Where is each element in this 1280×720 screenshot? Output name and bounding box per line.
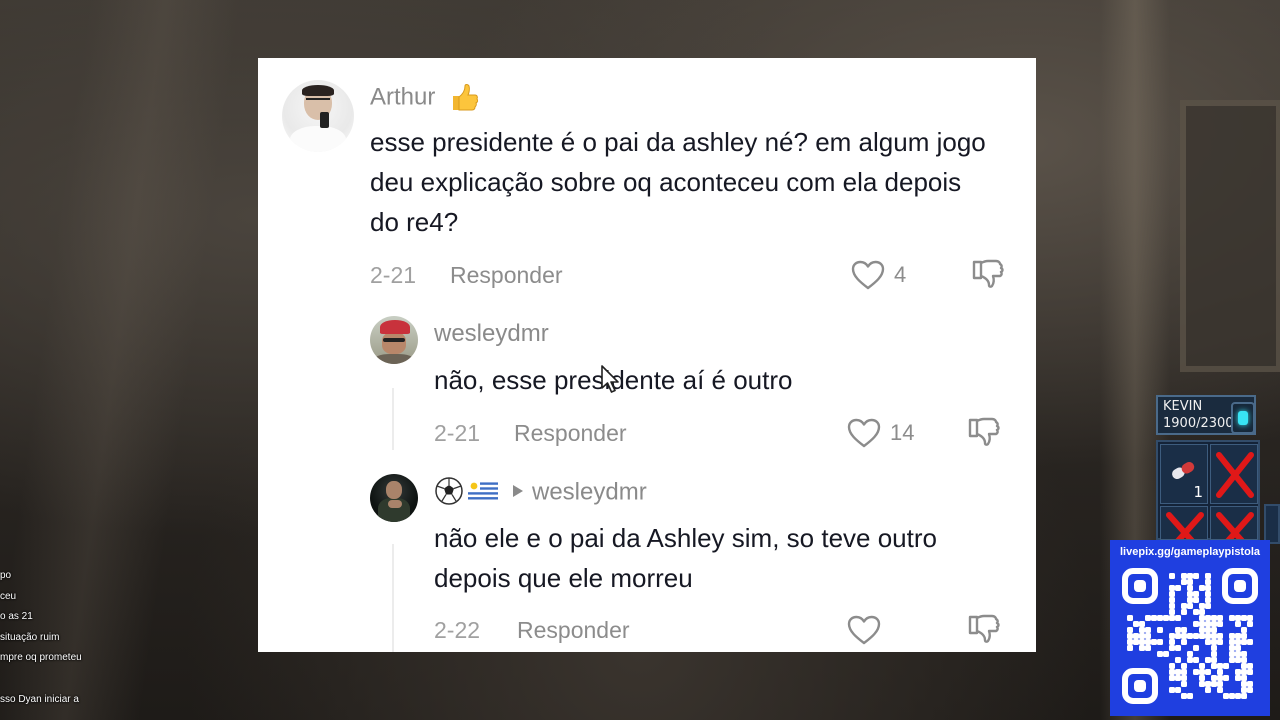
reply-text: não ele e o pai da Ashley sim, so teve o… [434, 523, 937, 593]
player-health: 1900/2300 [1163, 416, 1234, 431]
dislike-icon[interactable] [970, 257, 1006, 293]
comment-card: Arthur esse presidente é o pai da ashley… [258, 58, 1036, 652]
player-name: KEVIN [1163, 399, 1203, 414]
inventory-grid: 1 [1156, 440, 1260, 540]
soccer-ball-icon [435, 477, 463, 505]
reply-date: 2-22 [434, 617, 481, 643]
heart-icon[interactable] [846, 614, 882, 646]
inventory-slot[interactable] [1210, 444, 1258, 504]
uruguay-flag-icon [468, 480, 498, 502]
inventory-slot[interactable] [1210, 506, 1258, 540]
chat-line: ceu [0, 590, 17, 602]
reply-username[interactable]: wesleydmr [434, 320, 549, 348]
like-count: 14 [890, 420, 915, 445]
chat-line: o as 21 [0, 611, 33, 622]
thread-line [392, 544, 394, 652]
avatar[interactable] [282, 80, 354, 152]
inventory-slot[interactable] [1160, 506, 1208, 540]
donation-link[interactable]: livepix.gg/gameplaypistola [1110, 545, 1270, 559]
comment-username[interactable]: Arthur [370, 82, 480, 114]
pill-icon [1172, 462, 1195, 479]
stream-chat: po ceu o as 21 situação ruim mpre oq pro… [0, 566, 120, 710]
thread-line [392, 388, 394, 450]
reply-text: não, esse presidente aí é outro [434, 365, 793, 395]
red-x-icon [1216, 452, 1254, 498]
reply-button[interactable]: Responder [514, 419, 627, 447]
item-count: 1 [1193, 483, 1203, 501]
avatar[interactable] [370, 474, 418, 522]
chat-line: po [0, 570, 12, 581]
reply-arrow-icon [513, 485, 523, 497]
inventory-slot-partial [1264, 504, 1280, 544]
reply-button[interactable]: Responder [517, 616, 630, 644]
heart-icon[interactable] [846, 417, 882, 449]
chat-line: sso Dyan iniciar a [0, 693, 79, 705]
reply-username[interactable]: wesleydmr [434, 477, 647, 508]
qr-code[interactable] [1120, 566, 1260, 706]
red-x-icon [1216, 512, 1254, 539]
red-x-icon [1166, 512, 1204, 539]
chat-line: situação ruim [0, 631, 60, 643]
heart-icon[interactable] [850, 259, 886, 291]
comment-text: esse presidente é o pai da ashley né? em… [370, 127, 986, 237]
username-text[interactable]: Arthur [370, 83, 435, 110]
dislike-icon[interactable] [966, 612, 1002, 648]
mouse-cursor-icon [601, 365, 619, 393]
chat-line: mpre oq prometeu [0, 652, 82, 663]
inventory-slot[interactable]: 1 [1160, 444, 1208, 504]
reply-date: 2-21 [434, 420, 481, 446]
reply-to-username[interactable]: wesleydmr [532, 478, 647, 505]
dislike-icon[interactable] [966, 415, 1002, 451]
like-count: 4 [894, 262, 907, 287]
donation-qr-panel[interactable]: livepix.gg/gameplaypistola [1110, 540, 1270, 716]
background-window [1180, 100, 1280, 372]
gem-icon [1231, 402, 1255, 434]
reply-button[interactable]: Responder [450, 261, 563, 289]
thumbs-up-emoji-icon [453, 84, 479, 111]
avatar[interactable] [370, 316, 418, 364]
comment-date: 2-21 [370, 262, 417, 288]
